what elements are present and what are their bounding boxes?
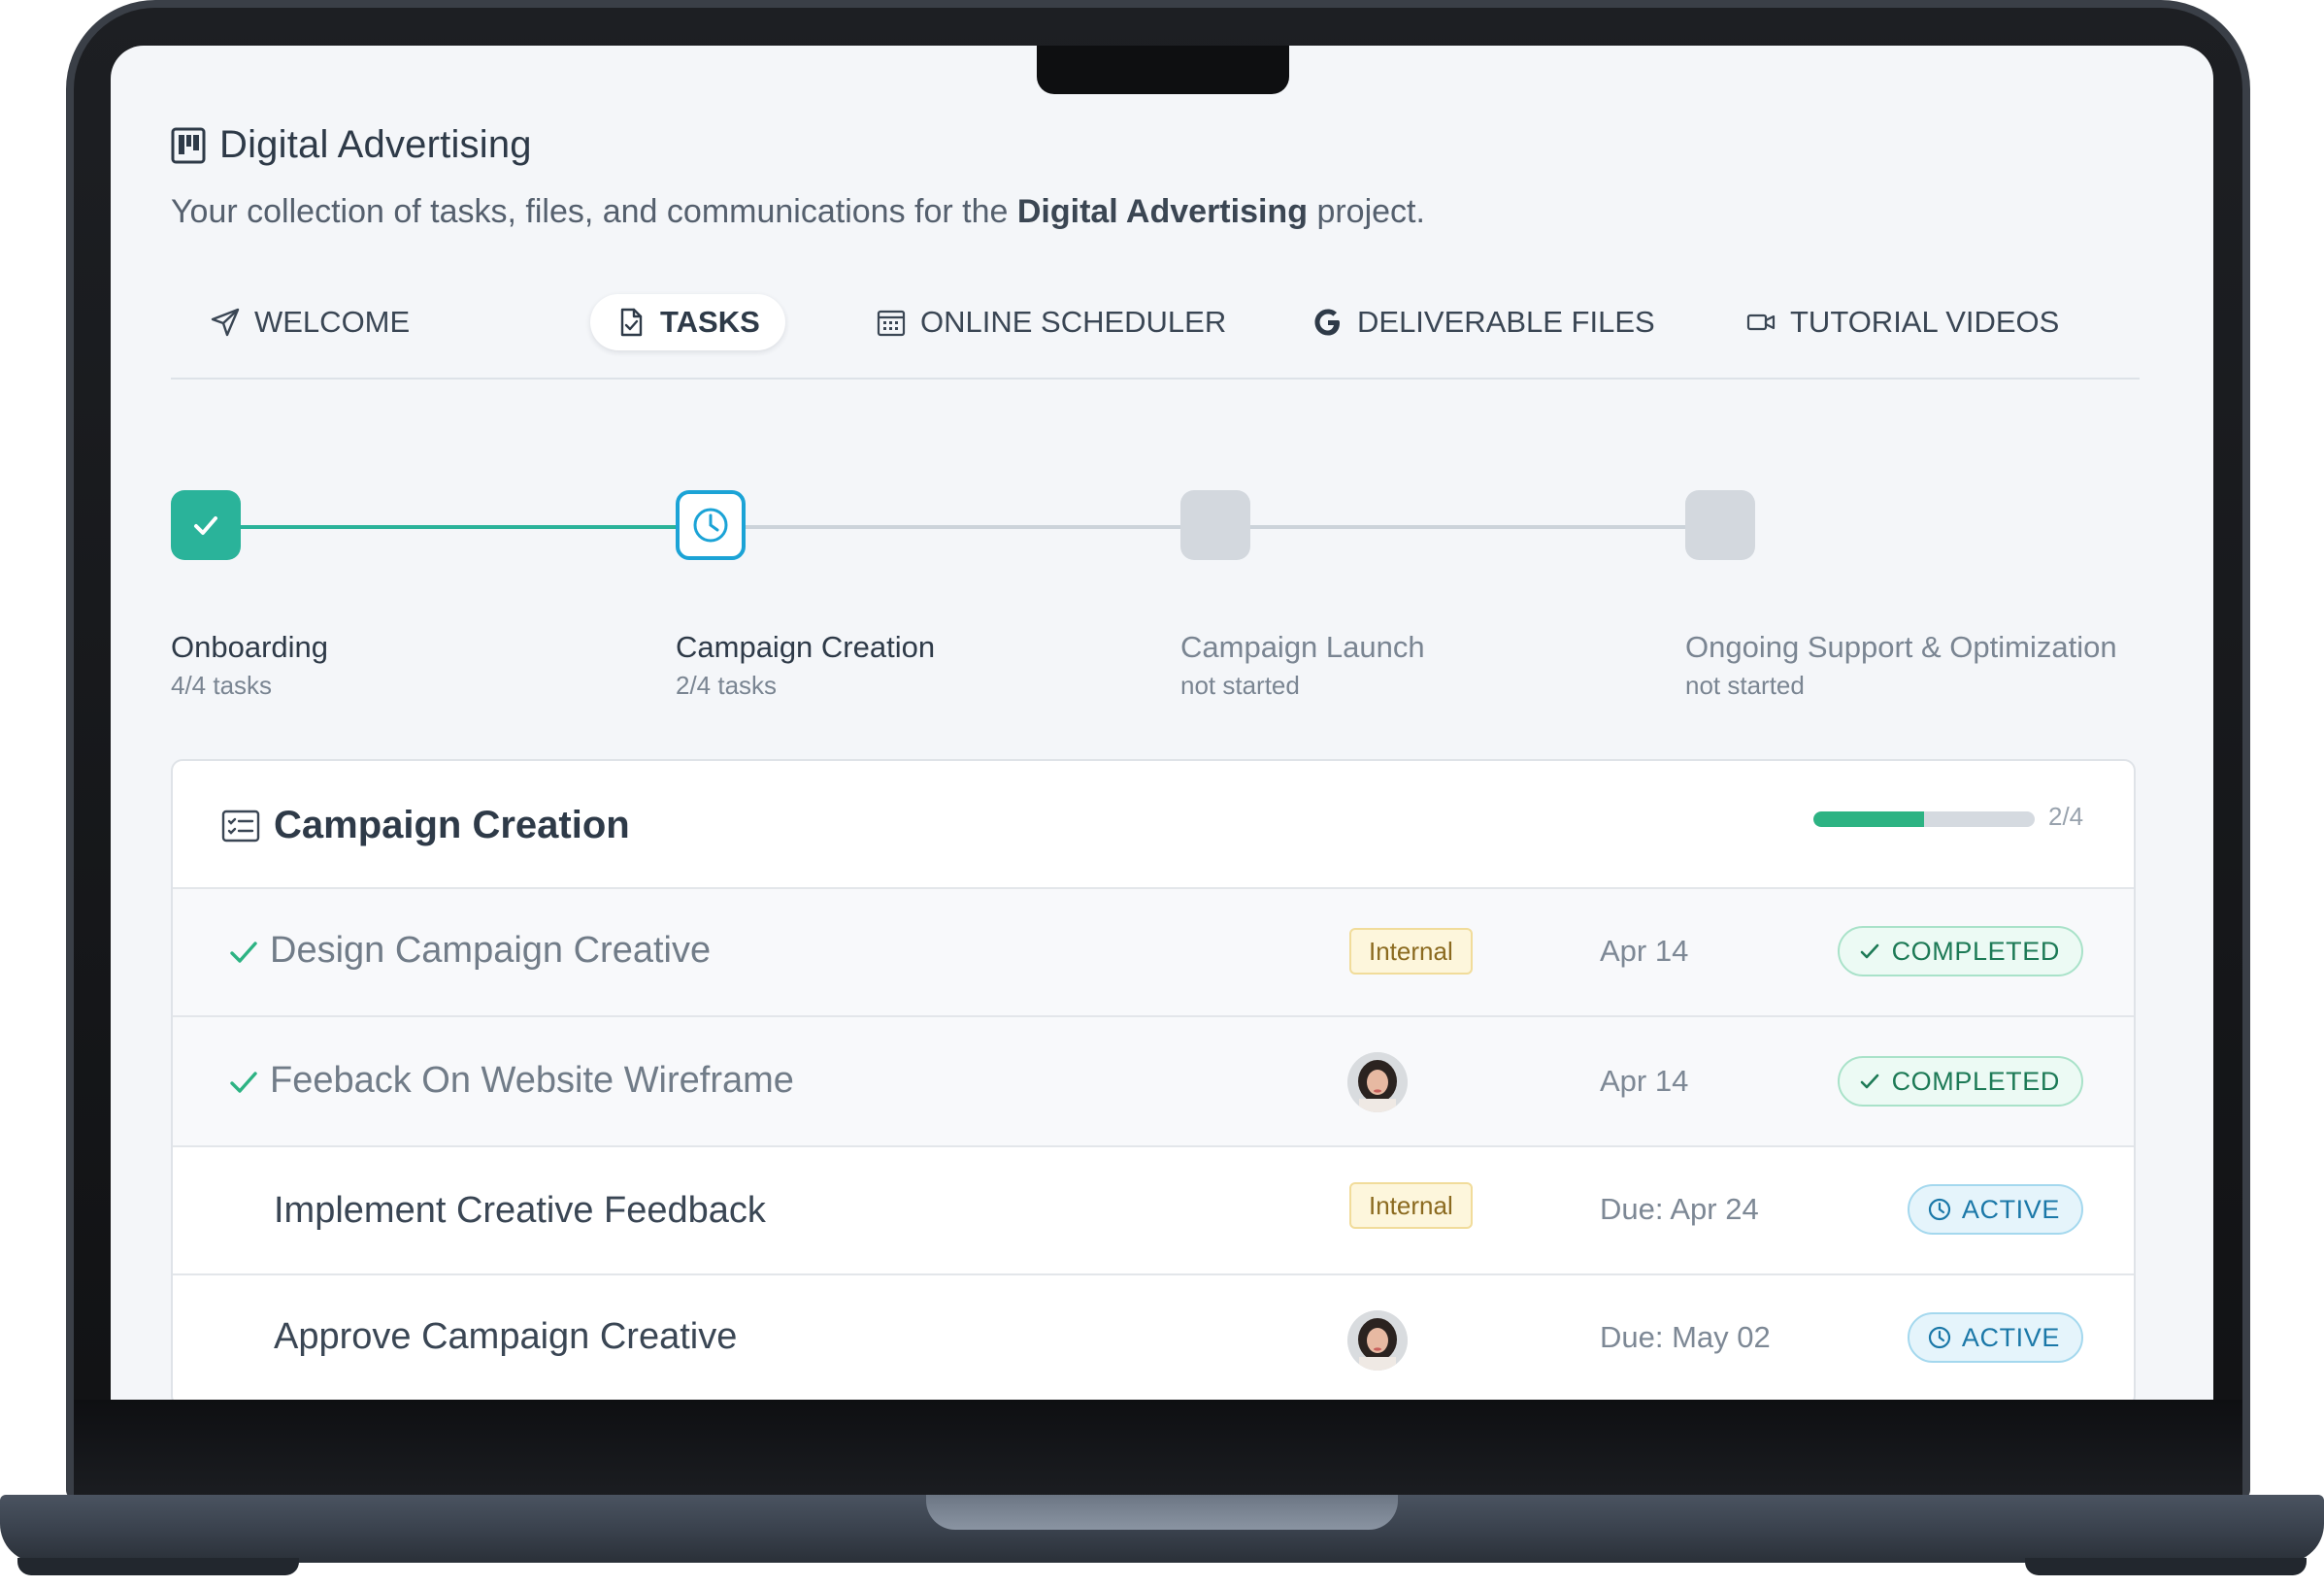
task-name: Implement Creative Feedback — [274, 1190, 766, 1231]
status-badge-completed: COMPLETED — [1837, 926, 2083, 976]
assignee-avatar[interactable] — [1347, 1310, 1408, 1371]
task-row[interactable]: Implement Creative Feedback Internal Due… — [173, 1147, 2134, 1275]
check-icon — [1860, 1074, 1878, 1089]
tab-label: TUTORIAL VIDEOS — [1790, 305, 2060, 339]
task-row[interactable]: Feeback On Website Wireframe Apr 14 COMP… — [173, 1017, 2134, 1147]
avatar-portrait — [1347, 1310, 1408, 1371]
assignee-avatar[interactable] — [1347, 1052, 1408, 1112]
stepper-connector-completed — [241, 525, 676, 529]
stage-progress-count: 2/4 — [2048, 802, 2084, 831]
stage-ongoing-support-marker[interactable] — [1685, 490, 1755, 560]
internal-tag: Internal — [1349, 928, 1473, 975]
stage-campaign-creation-marker[interactable] — [676, 490, 746, 560]
stage-label: Ongoing Support & Optimization — [1685, 630, 2117, 664]
status-label: ACTIVE — [1961, 1194, 2060, 1224]
stage-progress-fill — [1813, 811, 1924, 827]
stage-label: Onboarding — [171, 630, 329, 664]
status-badge-active: ACTIVE — [1907, 1184, 2083, 1235]
status-badge-completed: COMPLETED — [1837, 1056, 2083, 1107]
stage-label: Campaign Creation — [676, 630, 936, 664]
tab-online-scheduler[interactable]: ONLINE SCHEDULER — [850, 294, 1251, 350]
card-title: Campaign Creation — [274, 804, 630, 846]
task-date: Apr 14 — [1600, 934, 1689, 968]
task-due-date: Due: Apr 24 — [1600, 1192, 1759, 1226]
stage-campaign-launch-marker[interactable] — [1180, 490, 1250, 560]
task-row[interactable]: Design Campaign Creative Internal Apr 14… — [173, 889, 2134, 1017]
task-name: Approve Campaign Creative — [274, 1316, 738, 1357]
stage-task-card: Campaign Creation 2/4 Design Campaign Cr… — [171, 759, 2136, 1400]
project-page: Digital Advertising Your collection of t… — [171, 46, 2151, 1400]
task-date: Apr 14 — [1600, 1064, 1689, 1098]
calendar-icon — [877, 310, 906, 337]
status-label: ACTIVE — [1961, 1322, 2060, 1352]
stage-onboarding-marker[interactable] — [171, 490, 241, 560]
tab-tasks[interactable]: TASKS — [590, 294, 785, 350]
status-label: COMPLETED — [1891, 936, 2060, 966]
stage-progress: not started — [1685, 671, 1805, 700]
laptop-hinge-notch — [926, 1495, 1398, 1530]
stage-progress: 2/4 tasks — [676, 671, 778, 700]
stage-progress-bar — [1813, 811, 2035, 827]
checkmark-icon — [230, 1072, 257, 1093]
tab-label: ONLINE SCHEDULER — [920, 305, 1227, 339]
internal-tag: Internal — [1349, 1182, 1473, 1229]
task-name: Design Campaign Creative — [270, 930, 712, 971]
page-title: Digital Advertising — [219, 123, 532, 166]
tab-welcome[interactable]: WELCOME — [184, 294, 435, 350]
clock-icon — [693, 508, 728, 543]
stage-label: Campaign Launch — [1180, 630, 1425, 664]
stepper-connector — [746, 525, 1180, 529]
video-camera-icon — [1746, 314, 1776, 331]
tab-label: WELCOME — [254, 305, 411, 339]
task-due-date: Due: May 02 — [1600, 1320, 1771, 1354]
checkmark-icon — [230, 942, 257, 963]
checkmark-icon — [194, 516, 217, 535]
send-icon — [211, 308, 240, 337]
project-header: Digital Advertising — [171, 123, 532, 167]
screen-bezel — [74, 1400, 2242, 1497]
stage-progress: 4/4 tasks — [171, 671, 273, 700]
tab-deliverable-files[interactable]: DELIVERABLE FILES — [1287, 294, 1680, 350]
subtitle-suffix: project. — [1316, 193, 1425, 230]
stage-progress: not started — [1180, 671, 1300, 700]
laptop-foot — [2025, 1558, 2307, 1575]
task-row[interactable]: Approve Campaign Creative Due: May 02 AC… — [173, 1275, 2134, 1400]
stepper-connector — [1250, 525, 1685, 529]
avatar-portrait — [1347, 1052, 1408, 1112]
task-name: Feeback On Website Wireframe — [270, 1060, 794, 1101]
clock-icon — [1928, 1326, 1950, 1349]
clock-icon — [1928, 1198, 1950, 1221]
task-list-icon — [221, 810, 260, 843]
tab-label: TASKS — [660, 305, 760, 339]
card-header: Campaign Creation 2/4 — [173, 761, 2134, 889]
kanban-board-icon — [171, 127, 206, 163]
check-icon — [1860, 943, 1878, 959]
google-g-icon — [1314, 309, 1340, 336]
status-badge-active: ACTIVE — [1907, 1312, 2083, 1363]
page-subtitle: Your collection of tasks, files, and com… — [171, 193, 1425, 231]
tab-label: DELIVERABLE FILES — [1357, 305, 1655, 339]
file-check-icon — [620, 308, 643, 337]
laptop-foot — [17, 1558, 299, 1575]
subtitle-project-name: Digital Advertising — [1016, 193, 1308, 230]
app-screen: Digital Advertising Your collection of t… — [111, 46, 2213, 1400]
subtitle-prefix: Your collection of tasks, files, and com… — [171, 193, 1009, 230]
status-label: COMPLETED — [1891, 1066, 2060, 1096]
tab-bar: WELCOME TASKS ONLINE SCHEDULER DELIVERAB… — [171, 294, 2140, 380]
tab-tutorial-videos[interactable]: TUTORIAL VIDEOS — [1720, 294, 2084, 350]
